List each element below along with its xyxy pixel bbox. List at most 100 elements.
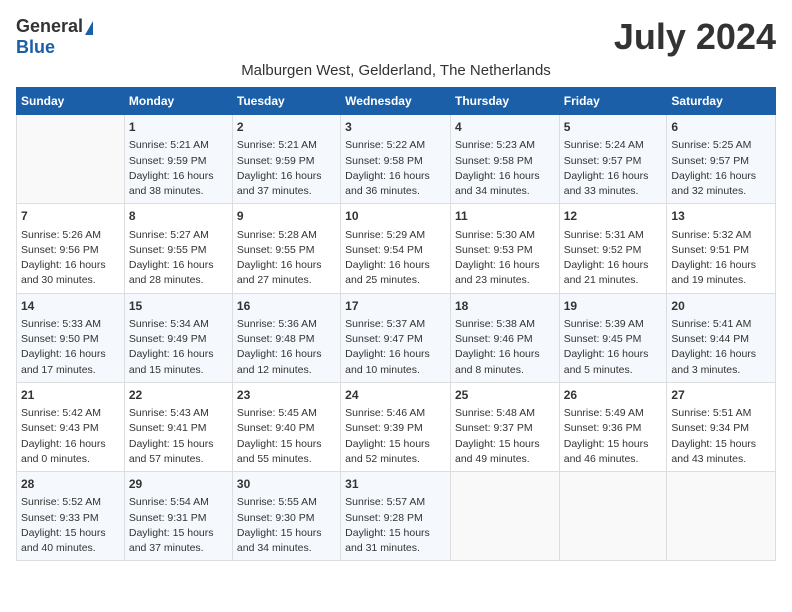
- calendar-cell: 5Sunrise: 5:24 AMSunset: 9:57 PMDaylight…: [559, 115, 667, 204]
- calendar-cell: 9Sunrise: 5:28 AMSunset: 9:55 PMDaylight…: [232, 204, 340, 293]
- day-number: 17: [345, 298, 446, 315]
- sunrise-text: Sunrise: 5:37 AM: [345, 318, 425, 330]
- day-number: 12: [564, 208, 663, 225]
- calendar-cell: 22Sunrise: 5:43 AMSunset: 9:41 PMDayligh…: [124, 382, 232, 471]
- sunset-text: Sunset: 9:52 PM: [564, 244, 642, 256]
- sunrise-text: Sunrise: 5:41 AM: [671, 318, 751, 330]
- day-number: 14: [21, 298, 120, 315]
- logo-icon: [85, 21, 93, 35]
- daylight-text: Daylight: 16 hours and 10 minutes.: [345, 348, 430, 375]
- month-title: July 2024: [614, 16, 776, 58]
- calendar-cell: 11Sunrise: 5:30 AMSunset: 9:53 PMDayligh…: [450, 204, 559, 293]
- sunset-text: Sunset: 9:59 PM: [129, 155, 207, 167]
- sunrise-text: Sunrise: 5:32 AM: [671, 229, 751, 241]
- day-number: 28: [21, 476, 120, 493]
- day-number: 13: [671, 208, 771, 225]
- logo-general: General: [16, 16, 83, 36]
- sunrise-text: Sunrise: 5:54 AM: [129, 496, 209, 508]
- sunset-text: Sunset: 9:58 PM: [345, 155, 423, 167]
- calendar-cell: 2Sunrise: 5:21 AMSunset: 9:59 PMDaylight…: [232, 115, 340, 204]
- calendar-cell: 27 Sunrise: 5:51 AM Sunset: 9:34 PM Dayligh…: [667, 382, 776, 471]
- sunrise-text: Sunrise: 5:36 AM: [237, 318, 317, 330]
- sunrise-text: Sunrise: 5:49 AM: [564, 407, 644, 419]
- sunset-text: Sunset: 9:49 PM: [129, 333, 207, 345]
- calendar-cell: [559, 472, 667, 561]
- sunset-text: Sunset: 9:41 PM: [129, 422, 207, 434]
- sunrise-text: Sunrise: 5:28 AM: [237, 229, 317, 241]
- sunrise-text: Sunrise: 5:39 AM: [564, 318, 644, 330]
- calendar-cell: 14Sunrise: 5:33 AMSunset: 9:50 PMDayligh…: [17, 293, 125, 382]
- day-number: 30: [237, 476, 336, 493]
- daylight-text: Daylight: 16 hours and 17 minutes.: [21, 348, 106, 375]
- sunrise-text: Sunrise: 5:38 AM: [455, 318, 535, 330]
- sunrise-text: Sunrise: 5:55 AM: [237, 496, 317, 508]
- header-monday: Monday: [124, 88, 232, 115]
- calendar-cell: [17, 115, 125, 204]
- daylight-text: Daylight: 16 hours and 27 minutes.: [237, 259, 322, 286]
- sunrise-text: Sunrise: 5:25 AM: [671, 139, 751, 151]
- daylight-text: Daylight: 16 hours and 5 minutes.: [564, 348, 649, 375]
- calendar-cell: 28 Sunrise: 5:52 AM Sunset: 9:33 PM Dayligh…: [17, 472, 125, 561]
- sunset-text: Sunset: 9:47 PM: [345, 333, 423, 345]
- sunset-text: Sunset: 9:57 PM: [671, 155, 749, 167]
- day-number: 27: [671, 387, 771, 404]
- calendar-week-row: 1 Sunrise: 5:21 AM Sunset: 9:59 PM Daylight…: [17, 115, 776, 204]
- daylight-text: Daylight: 15 hours and 55 minutes.: [237, 438, 322, 465]
- calendar-cell: 8Sunrise: 5:27 AMSunset: 9:55 PMDaylight…: [124, 204, 232, 293]
- sunrise-text: Sunrise: 5:42 AM: [21, 407, 101, 419]
- daylight-text: Daylight: 15 hours and 49 minutes.: [455, 438, 540, 465]
- sunrise-text: Sunrise: 5:22 AM: [345, 139, 425, 151]
- calendar-cell: 15Sunrise: 5:34 AMSunset: 9:49 PMDayligh…: [124, 293, 232, 382]
- sunset-text: Sunset: 9:30 PM: [237, 512, 315, 524]
- calendar-cell: 25Sunrise: 5:48 AMSunset: 9:37 PMDayligh…: [450, 382, 559, 471]
- calendar-cell: 4Sunrise: 5:23 AMSunset: 9:58 PMDaylight…: [450, 115, 559, 204]
- daylight-text: Daylight: 15 hours and 52 minutes.: [345, 438, 430, 465]
- calendar-cell: 12Sunrise: 5:31 AMSunset: 9:52 PMDayligh…: [559, 204, 667, 293]
- header-saturday: Saturday: [667, 88, 776, 115]
- daylight-text: Daylight: 16 hours and 3 minutes.: [671, 348, 756, 375]
- sunrise-text: Sunrise: 5:48 AM: [455, 407, 535, 419]
- day-number: 9: [237, 208, 336, 225]
- sunrise-text: Sunrise: 5:45 AM: [237, 407, 317, 419]
- sunset-text: Sunset: 9:50 PM: [21, 333, 99, 345]
- calendar-week-row: 28 Sunrise: 5:52 AM Sunset: 9:33 PM Dayligh…: [17, 472, 776, 561]
- calendar-header: Sunday Monday Tuesday Wednesday Thursday…: [17, 88, 776, 115]
- sunrise-text: Sunrise: 5:51 AM: [671, 407, 751, 419]
- calendar-cell: 20Sunrise: 5:41 AMSunset: 9:44 PMDayligh…: [667, 293, 776, 382]
- sunrise-text: Sunrise: 5:27 AM: [129, 229, 209, 241]
- daylight-text: Daylight: 15 hours and 31 minutes.: [345, 527, 430, 554]
- sunrise-text: Sunrise: 5:24 AM: [564, 139, 644, 151]
- sunset-text: Sunset: 9:36 PM: [564, 422, 642, 434]
- page-header: General Blue July 2024: [16, 16, 776, 58]
- sunrise-text: Sunrise: 5:34 AM: [129, 318, 209, 330]
- sunset-text: Sunset: 9:34 PM: [671, 422, 749, 434]
- daylight-text: Daylight: 16 hours and 37 minutes.: [237, 170, 322, 197]
- daylight-text: Daylight: 15 hours and 40 minutes.: [21, 527, 106, 554]
- sunset-text: Sunset: 9:59 PM: [237, 155, 315, 167]
- day-number: 5: [564, 119, 663, 136]
- day-number: 16: [237, 298, 336, 315]
- header-wednesday: Wednesday: [341, 88, 451, 115]
- sunrise-text: Sunrise: 5:23 AM: [455, 139, 535, 151]
- daylight-text: Daylight: 16 hours and 15 minutes.: [129, 348, 214, 375]
- calendar-body: 1 Sunrise: 5:21 AM Sunset: 9:59 PM Daylight…: [17, 115, 776, 561]
- sunrise-text: Sunrise: 5:29 AM: [345, 229, 425, 241]
- calendar-week-row: 21Sunrise: 5:42 AMSunset: 9:43 PMDayligh…: [17, 382, 776, 471]
- header-sunday: Sunday: [17, 88, 125, 115]
- sunrise-text: Sunrise: 5:52 AM: [21, 496, 101, 508]
- daylight-text: Daylight: 16 hours and 19 minutes.: [671, 259, 756, 286]
- calendar-cell: 19Sunrise: 5:39 AMSunset: 9:45 PMDayligh…: [559, 293, 667, 382]
- daylight-text: Daylight: 16 hours and 33 minutes.: [564, 170, 649, 197]
- daylight-text: Daylight: 16 hours and 38 minutes.: [129, 170, 214, 197]
- daylight-text: Daylight: 16 hours and 28 minutes.: [129, 259, 214, 286]
- sunset-text: Sunset: 9:33 PM: [21, 512, 99, 524]
- calendar-cell: 6Sunrise: 5:25 AMSunset: 9:57 PMDaylight…: [667, 115, 776, 204]
- sunrise-text: Sunrise: 5:21 AM: [237, 139, 317, 151]
- sunset-text: Sunset: 9:28 PM: [345, 512, 423, 524]
- calendar-cell: 10Sunrise: 5:29 AMSunset: 9:54 PMDayligh…: [341, 204, 451, 293]
- daylight-text: Daylight: 15 hours and 43 minutes.: [671, 438, 756, 465]
- sunset-text: Sunset: 9:48 PM: [237, 333, 315, 345]
- daylight-text: Daylight: 16 hours and 0 minutes.: [21, 438, 106, 465]
- calendar-cell: [667, 472, 776, 561]
- day-number: 1: [129, 119, 228, 136]
